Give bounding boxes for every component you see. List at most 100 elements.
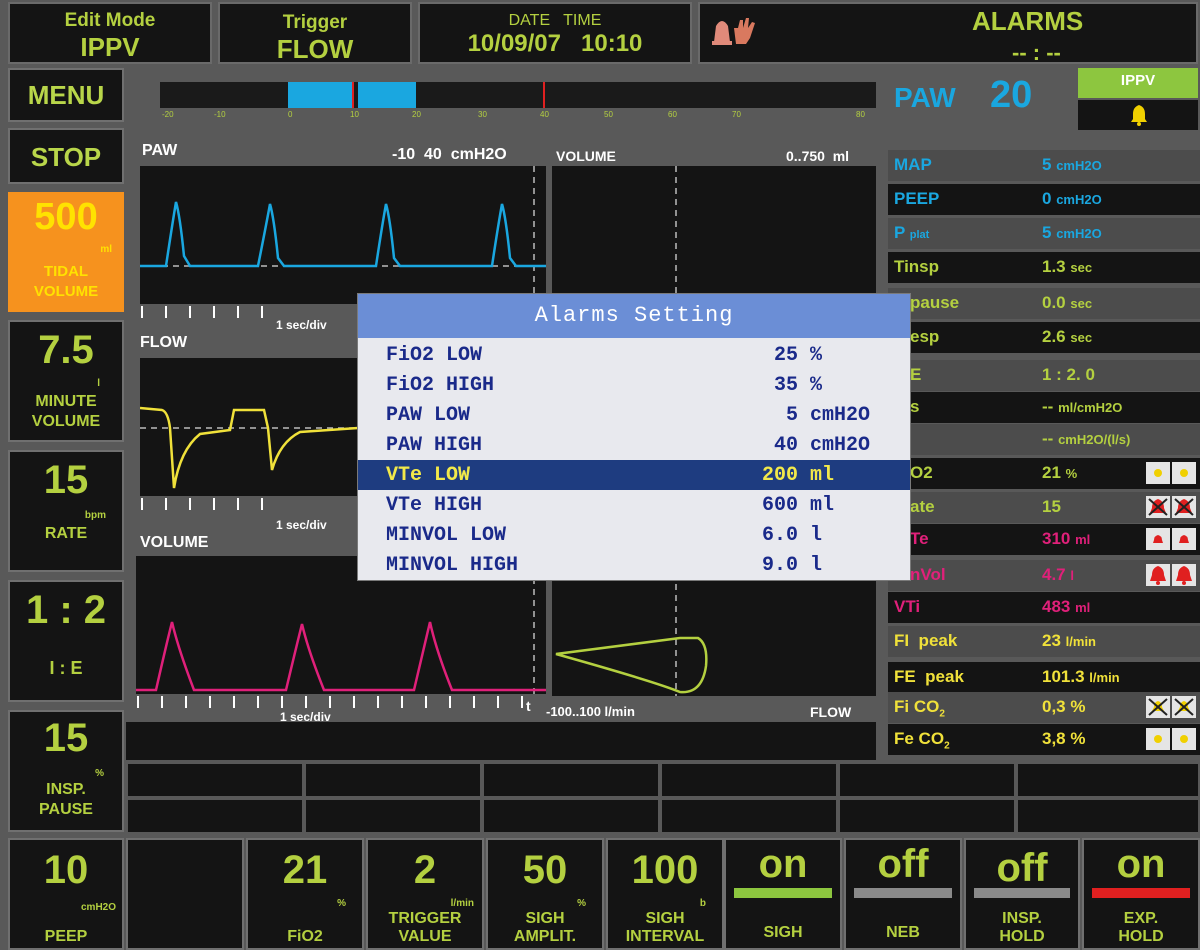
insp-pause-button[interactable]: 15 % INSP. PAUSE bbox=[8, 710, 124, 832]
fio2-label: FiO2 bbox=[287, 928, 323, 945]
fio2-alarm-icon-high[interactable] bbox=[1172, 462, 1196, 484]
alarm-name: MINVOL LOW bbox=[386, 524, 507, 547]
mode-badge: IPPV bbox=[1078, 68, 1198, 98]
param-row-fio2: O2 21 % bbox=[888, 458, 1200, 489]
alarm-silence-icon[interactable] bbox=[710, 14, 760, 48]
minvol-alarm-icon-high[interactable] bbox=[1172, 564, 1196, 586]
param-name: Te bbox=[910, 529, 929, 548]
minute-label-line1: MINUTE bbox=[35, 393, 97, 410]
alarm-setting-row[interactable]: MINVOL HIGH 9.0 l bbox=[358, 550, 910, 580]
flow-time-axis: 1 sec/div bbox=[140, 498, 360, 532]
param-name: VTi bbox=[894, 597, 921, 616]
rate-alarm-off-high[interactable] bbox=[1172, 496, 1196, 518]
alarm-setting-row[interactable]: FiO2 LOW 25 % bbox=[358, 340, 910, 370]
sigh-interval-control[interactable]: 100 b SIGH INTERVAL bbox=[606, 838, 724, 950]
param-name: nVol bbox=[910, 565, 946, 584]
vte-alarm-icon-low[interactable] bbox=[1146, 528, 1170, 550]
sigh-toggle[interactable]: on SIGH bbox=[724, 838, 842, 950]
neb-indicator bbox=[854, 888, 952, 898]
param-row-resistance: -- cmH2O/(l/s) bbox=[888, 424, 1200, 455]
scale-tick: 50 bbox=[604, 110, 613, 119]
tidal-label-line2: VOLUME bbox=[33, 283, 99, 300]
param-name: FI peak bbox=[894, 631, 958, 650]
param-value: 5 cmH2O bbox=[1042, 223, 1102, 242]
edit-mode-value: IPPV bbox=[80, 32, 140, 62]
alarm-value: 6.0 bbox=[761, 524, 798, 547]
menu-button[interactable]: MENU bbox=[8, 68, 124, 122]
insp-hold-state: off bbox=[996, 846, 1048, 890]
exp-hold-toggle[interactable]: on EXP. HOLD bbox=[1082, 838, 1200, 950]
feco2-alarm-icon-high[interactable] bbox=[1172, 728, 1196, 750]
alarm-setting-row[interactable]: VTe HIGH 600 ml bbox=[358, 490, 910, 520]
stop-button[interactable]: STOP bbox=[8, 128, 124, 184]
rate-alarm-off-low[interactable] bbox=[1146, 496, 1170, 518]
small-bell-icon bbox=[1153, 535, 1163, 543]
param-value: 3,8 % bbox=[1042, 729, 1086, 748]
fio2-value: 21 bbox=[282, 848, 328, 892]
alarm-setting-row[interactable]: MINVOL LOW 6.0 l bbox=[358, 520, 910, 550]
alarms-label: ALARMS bbox=[972, 6, 1084, 36]
alarm-value: 40 bbox=[773, 434, 798, 457]
alarm-setting-row[interactable]: PAW LOW 5 cmH2O bbox=[358, 400, 910, 430]
param-row-fi-co2: Fi CO2 0,3 % bbox=[888, 692, 1200, 723]
minute-volume-button[interactable]: 7.5 l MINUTE VOLUME bbox=[8, 320, 124, 442]
tidal-label-line1: TIDAL bbox=[43, 263, 89, 280]
scale-tick: 70 bbox=[732, 110, 741, 119]
paw-time-ticks bbox=[141, 306, 263, 318]
small-bell-icon bbox=[1154, 735, 1162, 743]
pause-label-line2: PAUSE bbox=[39, 801, 93, 818]
ie-ratio-value: 1 : 2 bbox=[25, 588, 107, 632]
alarm-value: 5 bbox=[785, 404, 798, 427]
alarm-bell-box[interactable] bbox=[1078, 100, 1198, 130]
date-label: DATE bbox=[508, 12, 551, 29]
alarm-unit: cmH2O bbox=[810, 404, 871, 427]
pressure-bar bbox=[160, 82, 876, 108]
fico2-alarm-off-high[interactable] bbox=[1172, 696, 1196, 718]
peep-button[interactable]: 10 cmH2O PEEP bbox=[8, 838, 124, 950]
alarms-box[interactable]: ALARMS -- : -- bbox=[698, 2, 1198, 65]
rate-button[interactable]: 15 bpm RATE bbox=[8, 450, 124, 572]
param-name: Fe CO2 bbox=[894, 729, 950, 752]
param-row-ie: E 1 : 2. 0 bbox=[888, 360, 1200, 391]
alarm-setting-row[interactable]: PAW HIGH 40 cmH2O bbox=[358, 430, 910, 460]
param-row-rate: ate 15 bbox=[888, 492, 1200, 523]
alarm-unit: ml bbox=[810, 464, 835, 487]
flow-time-ticks bbox=[141, 498, 263, 510]
grid-cell bbox=[128, 800, 302, 832]
sigh-amplitude-control[interactable]: 50 % SIGH AMPLIT. bbox=[486, 838, 604, 950]
vte-alarm-icon-high[interactable] bbox=[1172, 528, 1196, 550]
minvol-alarm-icon-low[interactable] bbox=[1146, 564, 1170, 586]
insp-hold-toggle[interactable]: off INSP. HOLD bbox=[964, 838, 1080, 950]
fio2-alarm-icon-low[interactable] bbox=[1146, 462, 1170, 484]
trigger-box[interactable]: Trigger FLOW bbox=[218, 2, 412, 64]
tidal-volume-unit: ml bbox=[100, 244, 112, 255]
minute-label-line2: VOLUME bbox=[31, 413, 101, 430]
param-row-tinsp: Tinsp 1.3 sec bbox=[888, 252, 1200, 283]
param-value: 2.6 sec bbox=[1042, 327, 1093, 346]
empty-control bbox=[126, 838, 244, 950]
volume-chart-title: VOLUME bbox=[556, 148, 616, 164]
ie-ratio-button[interactable]: 1 : 2 I : E bbox=[8, 580, 124, 702]
scale-tick: 20 bbox=[412, 110, 421, 119]
param-value: 101.3 l/min bbox=[1042, 667, 1120, 686]
flow-time-div: 1 sec/div bbox=[276, 518, 327, 532]
grid-cell bbox=[306, 800, 480, 832]
alarm-unit: l bbox=[810, 524, 823, 547]
alarm-setting-row-selected[interactable]: VTe LOW 200 ml bbox=[358, 460, 910, 490]
neb-toggle[interactable]: off NEB bbox=[844, 838, 962, 950]
tidal-volume-button[interactable]: 500 ml TIDAL VOLUME bbox=[8, 192, 124, 312]
trigger-value-control[interactable]: 2 l/min TRIGGER VALUE bbox=[366, 838, 484, 950]
fio2-control[interactable]: 21 % FiO2 bbox=[246, 838, 364, 950]
param-value: -- ml/cmH2O bbox=[1042, 397, 1123, 416]
edit-mode-box[interactable]: Edit Mode IPPV bbox=[8, 2, 212, 64]
tidal-volume-label: TIDAL VOLUME bbox=[8, 262, 124, 302]
fico2-alarm-off-low[interactable] bbox=[1146, 696, 1170, 718]
param-row-minvol: nVol 4.7 l bbox=[888, 560, 1200, 591]
flow-waveform-chart bbox=[140, 358, 358, 496]
grid-cell bbox=[1018, 800, 1198, 832]
scale-tick: 60 bbox=[668, 110, 677, 119]
feco2-alarm-icon-low[interactable] bbox=[1146, 728, 1170, 750]
sigh-amplitude-value: 50 bbox=[522, 848, 568, 892]
alarm-setting-row[interactable]: FiO2 HIGH 35 % bbox=[358, 370, 910, 400]
param-value: 1.3 sec bbox=[1042, 257, 1093, 276]
